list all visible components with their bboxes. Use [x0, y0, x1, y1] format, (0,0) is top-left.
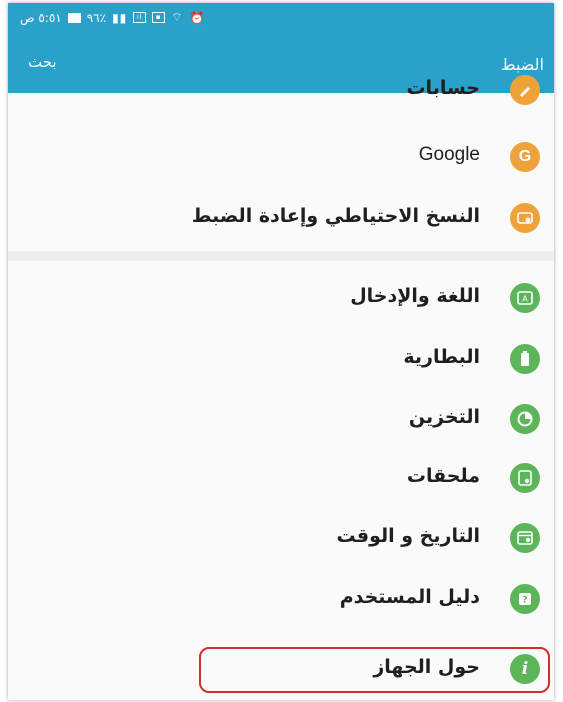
settings-item-date-time[interactable]: التاريخ و الوقت — [8, 509, 554, 567]
settings-item-label: التاريخ و الوقت — [336, 525, 480, 547]
settings-item-label: البطارية — [403, 346, 480, 368]
wifi-icon: ⌔ — [171, 10, 184, 24]
status-time: ٥:٥١ ص — [20, 10, 62, 25]
sim-icon: ıl — [133, 12, 147, 23]
settings-item-storage[interactable]: التخزين — [8, 390, 554, 448]
user-manual-icon: ? — [510, 584, 540, 614]
alarm-icon: ⏰ — [189, 10, 206, 25]
settings-item-battery[interactable]: البطارية — [8, 330, 554, 388]
highlight-annotation — [199, 647, 550, 693]
settings-item-label: حسابات — [406, 77, 480, 99]
settings-item-google[interactable]: G Google — [8, 128, 554, 186]
google-icon: G — [510, 142, 540, 172]
settings-item-label: دليل المستخدم — [339, 586, 480, 608]
notification-icon: ▪ — [152, 12, 166, 23]
settings-item-accessories[interactable]: ملحقات — [8, 449, 554, 507]
signal-icon: ▮▮ — [112, 10, 128, 25]
settings-item-label: اللغة والإدخال — [350, 285, 480, 307]
settings-item-label: Google — [418, 144, 480, 165]
accessories-icon — [510, 463, 540, 493]
battery-percent: ٩٦٪ — [86, 10, 107, 25]
language-input-icon: A — [510, 283, 540, 313]
date-time-icon — [510, 523, 540, 553]
phone-screen: ٥:٥١ ص ٩٦٪ ▮▮ ıl ▪ ⌔ ⏰ الضبط بحث حسابات … — [8, 3, 554, 700]
accounts-icon — [510, 75, 540, 105]
settings-item-label: التخزين — [408, 406, 480, 428]
settings-item-accounts[interactable]: حسابات — [8, 61, 554, 119]
section-divider — [8, 251, 554, 261]
settings-item-user-manual[interactable]: ? دليل المستخدم — [8, 570, 554, 628]
settings-item-language-input[interactable]: A اللغة والإدخال — [8, 269, 554, 327]
backup-reset-icon — [510, 203, 540, 233]
settings-item-backup-reset[interactable]: النسخ الاحتياطي وإعادة الضبط — [8, 189, 554, 247]
svg-text:A: A — [522, 295, 528, 304]
battery-status-icon — [67, 12, 81, 23]
status-bar: ٥:٥١ ص ٩٦٪ ▮▮ ıl ▪ ⌔ ⏰ — [8, 3, 554, 39]
storage-icon — [510, 404, 540, 434]
battery-icon — [510, 344, 540, 374]
settings-item-label: ملحقات — [406, 465, 480, 487]
svg-text:?: ? — [522, 596, 527, 606]
settings-item-label: النسخ الاحتياطي وإعادة الضبط — [191, 205, 480, 227]
